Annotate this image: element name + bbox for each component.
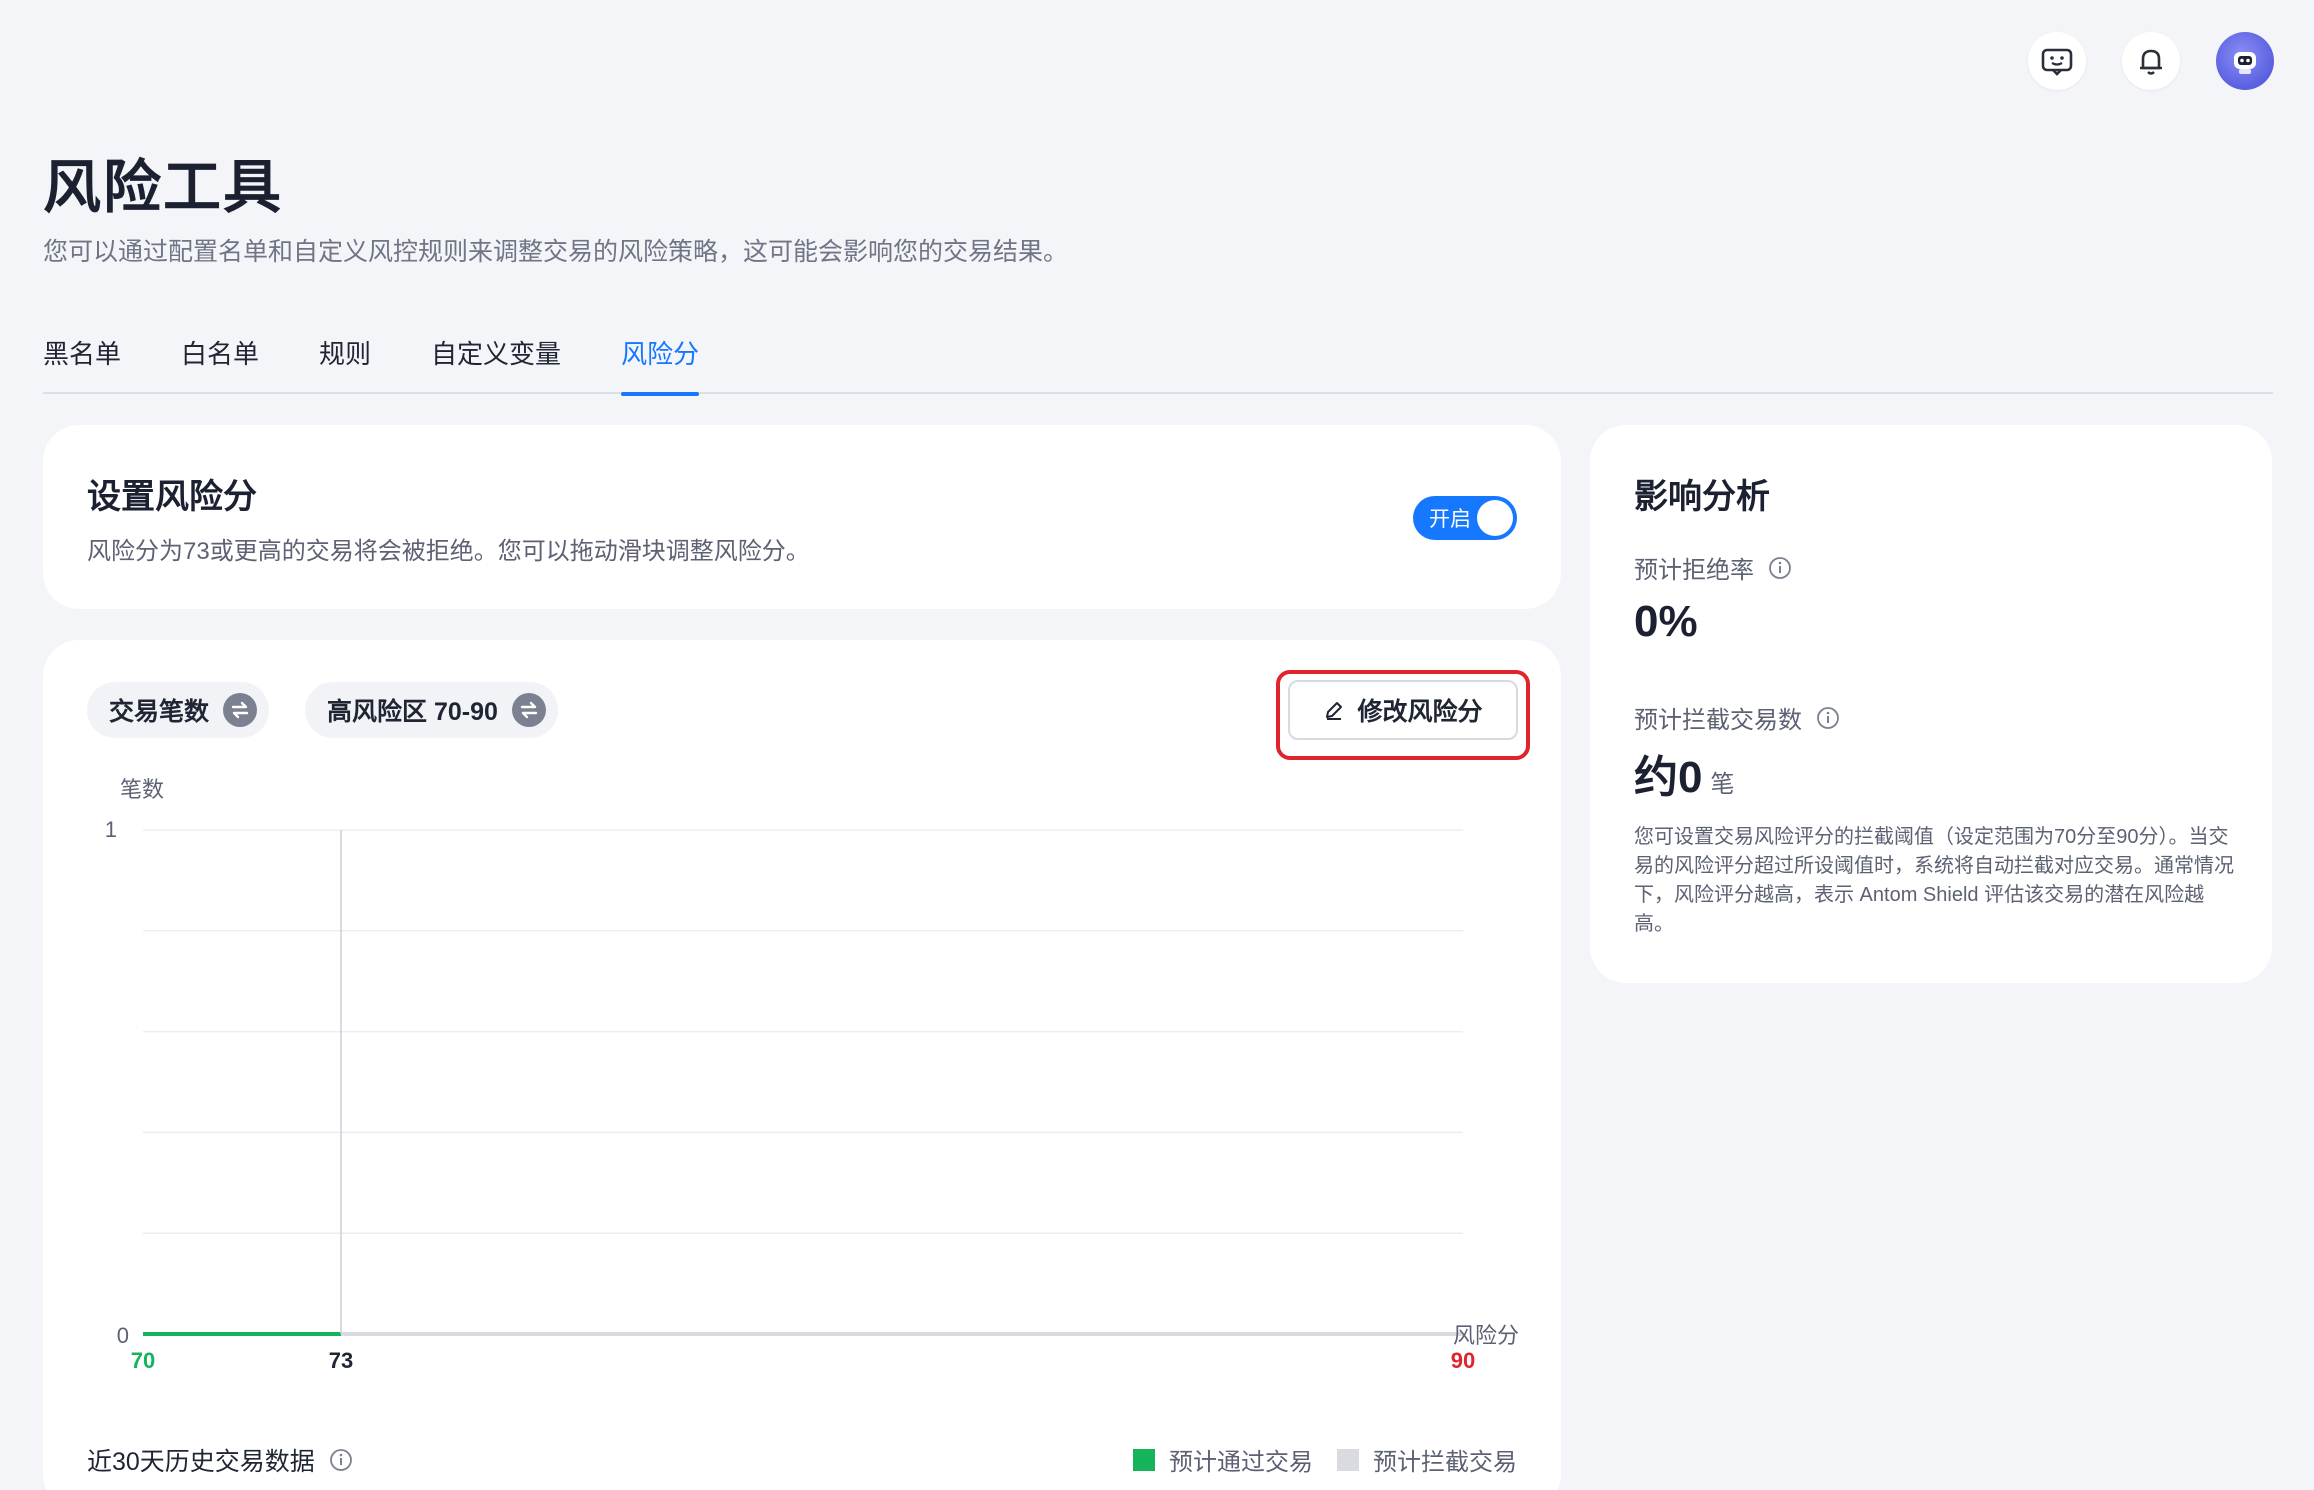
page-subtitle: 您可以通过配置名单和自定义风控规则来调整交易的风险策略，这可能会影响您的交易结果… <box>43 238 1069 266</box>
history-label-text: 近30天历史交易数据 <box>87 1448 315 1476</box>
info-icon[interactable] <box>1816 706 1840 730</box>
x-tick-max: 90 <box>1451 1348 1475 1373</box>
blocked-count-value: 约0 笔 <box>1634 741 1734 805</box>
feedback-button[interactable] <box>2028 32 2086 90</box>
history-data-label: 近30天历史交易数据 <box>87 1442 353 1478</box>
legend-label-block: 预计拦截交易 <box>1373 1449 1517 1476</box>
x-axis-label: 风险分 <box>1453 1323 1519 1348</box>
risk-score-chart: 笔数 1 0 风险分 70 73 90 <box>105 777 1519 1373</box>
tab-risk-score[interactable]: 风险分 <box>621 334 700 396</box>
x-tick-min: 70 <box>131 1348 155 1373</box>
reject-rate-label: 预计拒绝率 <box>1634 550 1792 585</box>
reject-rate-value: 0% <box>1634 597 1698 646</box>
y-axis-label: 笔数 <box>120 777 164 802</box>
chart-labels: 笔数 1 0 风险分 70 73 90 <box>105 777 1519 1373</box>
blocked-count-label: 预计拦截交易数 <box>1634 700 1840 735</box>
tab-custom-variables[interactable]: 自定义变量 <box>431 334 561 394</box>
avatar[interactable] <box>2216 32 2274 90</box>
risk-score-toggle[interactable]: 开启 <box>1413 496 1517 540</box>
chart-legend: 预计通过交易 预计拦截交易 <box>1133 1442 1517 1477</box>
legend-label-pass: 预计通过交易 <box>1169 1449 1313 1476</box>
feedback-icon <box>2041 48 2073 76</box>
risk-score-settings-card: 设置风险分 风险分为73或更高的交易将会被拒绝。您可以拖动滑块调整风险分。 开启 <box>43 425 1561 609</box>
tab-blacklist[interactable]: 黑名单 <box>43 334 121 394</box>
tab-bar: 黑名单 白名单 规则 自定义变量 风险分 <box>43 334 2273 396</box>
x-tick-threshold: 73 <box>329 1348 353 1373</box>
info-icon[interactable] <box>329 1448 353 1472</box>
impact-note: 您可设置交易风险评分的拦截阈值（设定范围为70分至90分）。当交易的风险评分超过… <box>1634 826 2234 935</box>
bell-icon <box>2140 49 2162 75</box>
reject-rate-label-text: 预计拒绝率 <box>1634 557 1754 584</box>
legend-item-pass: 预计通过交易 <box>1133 1442 1313 1477</box>
notification-button[interactable] <box>2122 32 2180 90</box>
risk-score-chart-card: 交易笔数 高风险区 70-90 修改风险分 笔数 1 0 风险分 70 73 9… <box>43 640 1561 1490</box>
toggle-label: 开启 <box>1429 508 1471 531</box>
robot-avatar-icon <box>2234 52 2256 74</box>
impact-title: 影响分析 <box>1634 478 1770 516</box>
settings-title: 设置风险分 <box>87 478 257 516</box>
info-icon[interactable] <box>1768 556 1792 580</box>
y-tick-min: 0 <box>117 1323 129 1348</box>
tab-rules[interactable]: 规则 <box>319 334 371 394</box>
settings-description: 风险分为73或更高的交易将会被拒绝。您可以拖动滑块调整风险分。 <box>87 538 810 565</box>
blocked-count-unit: 笔 <box>1710 771 1735 798</box>
y-tick-max: 1 <box>105 817 117 842</box>
tab-whitelist[interactable]: 白名单 <box>181 334 259 394</box>
legend-item-block: 预计拦截交易 <box>1337 1442 1517 1477</box>
page-title: 风险工具 <box>43 155 284 220</box>
top-bar <box>2028 32 2274 90</box>
blocked-count-number: 约0 <box>1634 753 1703 802</box>
blocked-count-label-text: 预计拦截交易数 <box>1634 707 1802 734</box>
toggle-knob <box>1477 500 1513 536</box>
impact-analysis-card: 影响分析 预计拒绝率 0% 预计拦截交易数 约0 笔 您可设置交易风险评分的拦截阈… <box>1590 425 2272 983</box>
legend-swatch-block <box>1337 1448 1359 1471</box>
legend-swatch-pass <box>1133 1448 1155 1471</box>
